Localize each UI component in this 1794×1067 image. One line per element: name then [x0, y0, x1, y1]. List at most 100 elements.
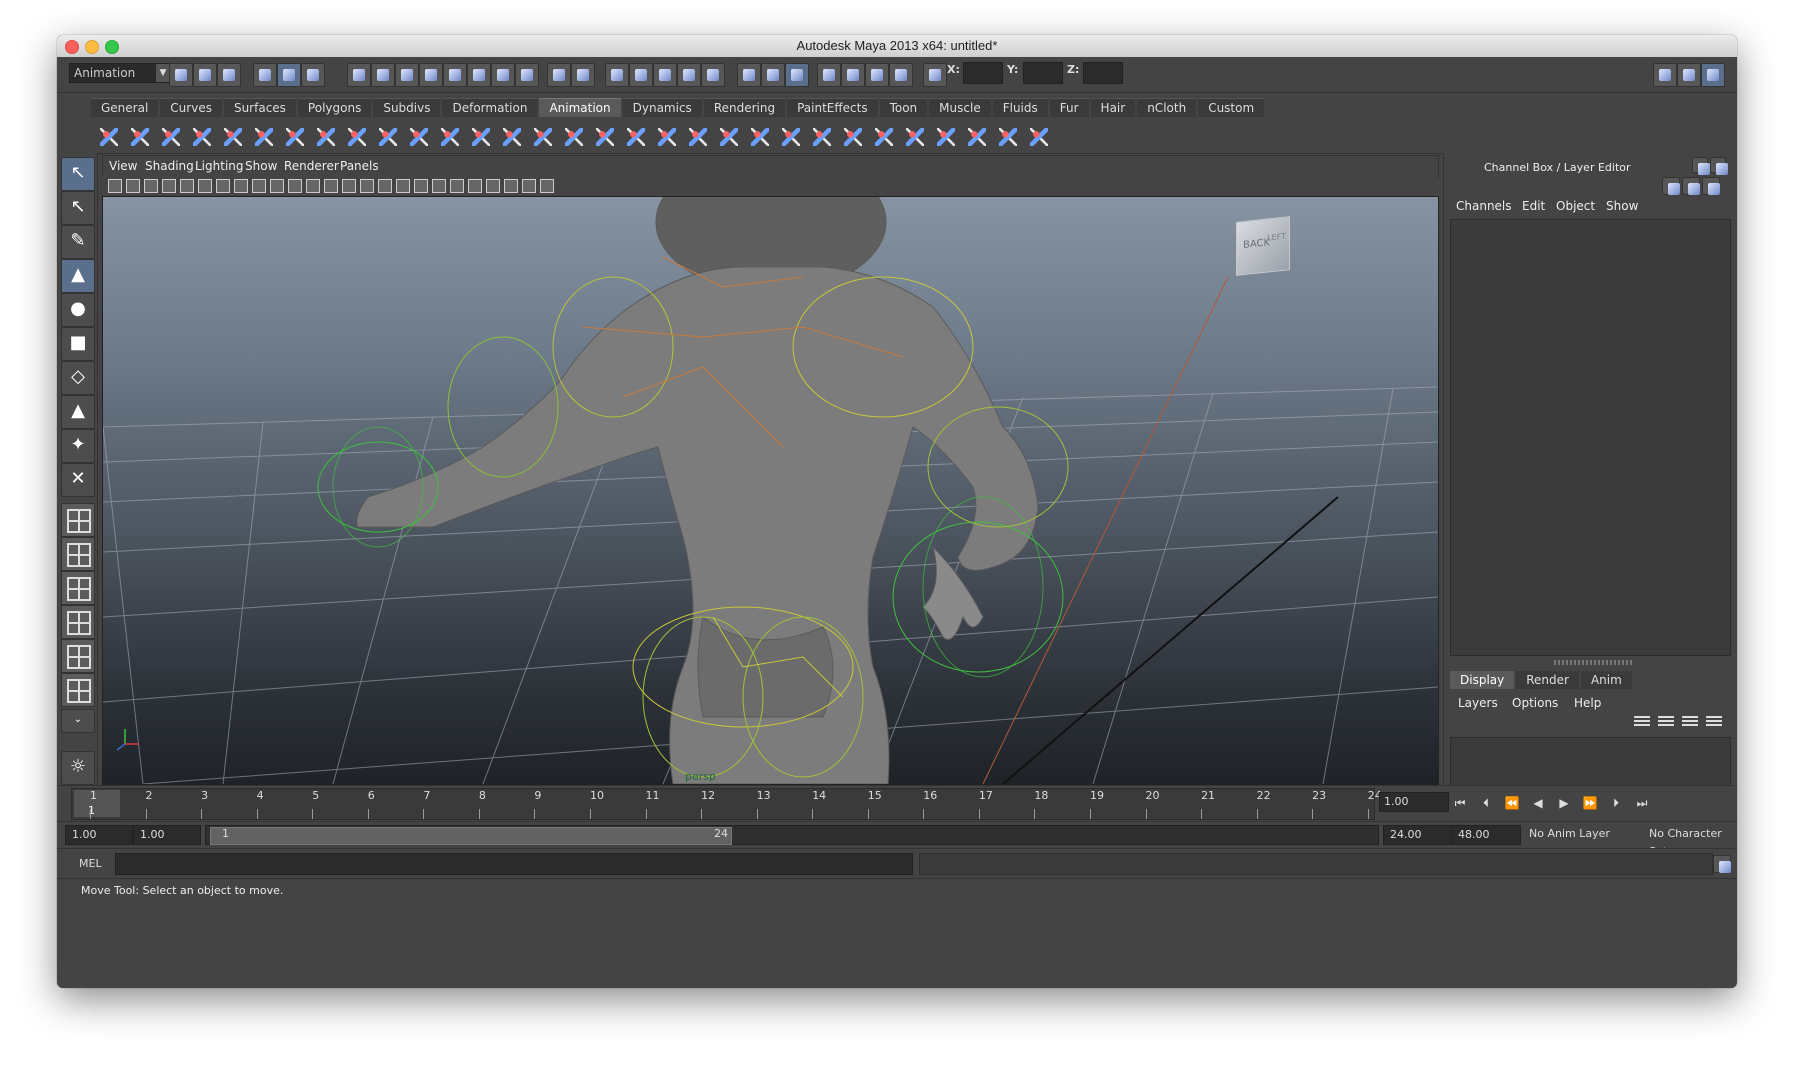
input-output-icon[interactable] — [737, 63, 761, 87]
new-layer-from-selection-icon[interactable] — [1704, 713, 1724, 729]
tab-toon[interactable]: Toon — [879, 98, 928, 117]
channel-box-toggle-icon[interactable] — [1701, 63, 1725, 87]
open-scene-button[interactable] — [193, 63, 217, 87]
soft-body-icon[interactable] — [872, 125, 896, 149]
range-slider-bar[interactable]: 1 24 — [205, 825, 1379, 845]
soft-modification-tool-icon[interactable]: ▲ — [61, 395, 95, 429]
ik-handle-tool-icon[interactable] — [128, 125, 152, 149]
wireframe-icon[interactable] — [322, 177, 338, 193]
animation-end-field[interactable]: 48.00 — [1451, 825, 1521, 845]
go-to-start-icon[interactable]: ⏮ — [1451, 795, 1469, 811]
field-chart-icon[interactable] — [286, 177, 302, 193]
step-back-key-icon[interactable]: ⏪ — [1503, 795, 1521, 811]
tab-surfaces[interactable]: Surfaces — [223, 98, 296, 117]
four-view-layout-icon[interactable] — [61, 537, 95, 571]
mirror-joint-icon[interactable] — [190, 125, 214, 149]
persp-graph-layout-icon[interactable] — [61, 605, 95, 639]
select-dynamics-button[interactable] — [467, 63, 491, 87]
select-tool-icon[interactable]: ↖ — [61, 157, 95, 191]
menu-set-dropdown[interactable]: Animation ▼ — [69, 63, 171, 83]
orient-constraint-icon[interactable] — [996, 125, 1020, 149]
film-gate-icon[interactable] — [232, 177, 248, 193]
step-forward-frame-icon[interactable]: ⏵ — [1607, 795, 1625, 811]
tab-curves[interactable]: Curves — [160, 98, 222, 117]
default-light-icon[interactable] — [394, 177, 410, 193]
snap-to-curve-icon[interactable] — [629, 63, 653, 87]
tab-fluids[interactable]: Fluids — [992, 98, 1048, 117]
wire-icon[interactable] — [717, 125, 741, 149]
motion-path-icon[interactable] — [500, 125, 524, 149]
channel-menu-channels[interactable]: Channels — [1456, 199, 1512, 213]
xray-joints-icon[interactable] — [466, 177, 482, 193]
connect-joint-icon[interactable] — [376, 125, 400, 149]
character-set-dropdown[interactable]: No Character Set — [1643, 825, 1737, 858]
hypergraph-layout-icon[interactable] — [61, 639, 95, 673]
attribute-editor-icon[interactable] — [1653, 63, 1677, 87]
layout-expand-chevron-icon[interactable]: ⌄ — [61, 709, 95, 733]
remove-joint-icon[interactable] — [345, 125, 369, 149]
make-live-icon[interactable] — [701, 63, 725, 87]
new-empty-layer-icon[interactable] — [1680, 713, 1700, 729]
panel-menu-renderer[interactable]: Renderer — [284, 159, 339, 173]
panel-menu-view[interactable]: View — [109, 159, 137, 173]
skeleton-biped-icon[interactable] — [252, 125, 276, 149]
aim-constraint-icon[interactable] — [965, 125, 989, 149]
blend-shape-icon[interactable] — [686, 125, 710, 149]
input-line-mode-icon[interactable] — [923, 63, 947, 87]
lattice-icon[interactable] — [655, 125, 679, 149]
go-to-end-icon[interactable]: ⏭ — [1633, 795, 1651, 811]
select-joints-button[interactable] — [371, 63, 395, 87]
mel-label[interactable]: MEL — [79, 857, 102, 870]
2d-pan-zoom-icon[interactable] — [178, 177, 194, 193]
select-handles-button[interactable] — [347, 63, 371, 87]
playback-end-field[interactable]: 24.00 — [1383, 825, 1453, 845]
cluster-deformer-icon[interactable] — [748, 125, 772, 149]
texture-icon[interactable] — [520, 177, 536, 193]
last-tool-used-icon[interactable]: ✕ — [61, 463, 95, 497]
move-tool-icon[interactable]: ▲ — [61, 259, 95, 293]
hud-icon[interactable] — [484, 177, 500, 193]
set-keyframe-icon[interactable] — [407, 125, 431, 149]
render-settings-icon[interactable] — [865, 63, 889, 87]
driven-key-icon[interactable] — [438, 125, 462, 149]
new-scene-button[interactable] — [169, 63, 193, 87]
shadows-icon[interactable] — [412, 177, 428, 193]
snap-to-grid-icon[interactable] — [605, 63, 629, 87]
character-set-icon[interactable] — [593, 125, 617, 149]
bookmark-icon[interactable] — [142, 177, 158, 193]
panel-menu-panels[interactable]: Panels — [340, 159, 379, 173]
lasso-tool-icon[interactable]: ↖ — [61, 191, 95, 225]
hik-skeleton-icon[interactable] — [221, 125, 245, 149]
select-surfaces-button[interactable] — [419, 63, 443, 87]
sculpt-icon[interactable] — [841, 125, 865, 149]
animation-start-field[interactable]: 1.00 — [65, 825, 133, 845]
tab-fur[interactable]: Fur — [1049, 98, 1089, 117]
range-slider-handle[interactable] — [210, 827, 732, 845]
current-frame-marker[interactable]: 1 — [74, 790, 120, 817]
select-camera-icon[interactable] — [106, 177, 122, 193]
y-field[interactable] — [1023, 62, 1063, 84]
view-cube[interactable]: BACK LEFT — [1236, 216, 1290, 276]
camera-attributes-icon[interactable] — [124, 177, 140, 193]
jiggle-icon[interactable] — [779, 125, 803, 149]
tab-deformation[interactable]: Deformation — [442, 98, 538, 117]
move-layer-up-icon[interactable] — [1632, 713, 1652, 729]
panel-menu-shading[interactable]: Shading — [145, 159, 194, 173]
select-misc-button[interactable] — [515, 63, 539, 87]
gate-mask-icon[interactable] — [268, 177, 284, 193]
perspective-viewport[interactable]: BACK LEFT persp — [102, 196, 1439, 785]
channel-menu-edit[interactable]: Edit — [1522, 199, 1545, 213]
lighting-toggle-icon[interactable] — [538, 177, 554, 193]
tab-display[interactable]: Display — [1450, 671, 1515, 689]
grease-pencil-icon[interactable] — [196, 177, 212, 193]
nonlinear-icon[interactable] — [810, 125, 834, 149]
tab-dynamics[interactable]: Dynamics — [622, 98, 702, 117]
select-by-hierarchy-button[interactable] — [253, 63, 277, 87]
tab-ncloth[interactable]: nCloth — [1137, 98, 1197, 117]
tab-custom[interactable]: Custom — [1198, 98, 1265, 117]
skin-bind-icon[interactable] — [531, 125, 555, 149]
tab-polygons[interactable]: Polygons — [297, 98, 372, 117]
panel-splitter[interactable] — [1554, 660, 1634, 665]
select-deformations-button[interactable] — [443, 63, 467, 87]
tab-anim[interactable]: Anim — [1580, 671, 1632, 689]
